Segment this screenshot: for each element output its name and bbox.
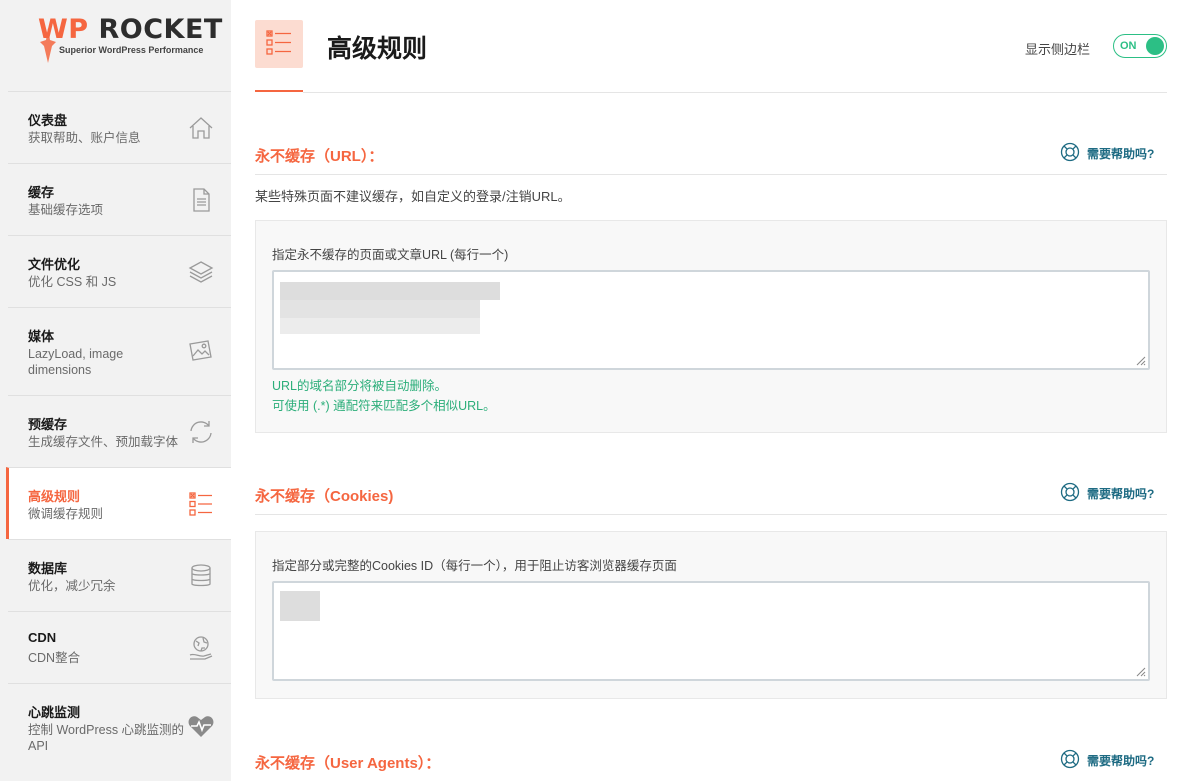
help-link-text: 需要帮助吗? xyxy=(1087,754,1155,768)
sidebar-item-cache[interactable]: 缓存 基础缓存选项 xyxy=(8,163,231,235)
toggle-knob xyxy=(1146,37,1164,55)
sidebar-item-title: 媒体 xyxy=(28,329,55,344)
sidebar-item-subtitle: 微调缓存规则 xyxy=(28,507,104,521)
lifebuoy-icon xyxy=(1060,749,1080,769)
sidebar-item-preload[interactable]: 预缓存 生成缓存文件、预加载字体 xyxy=(8,395,231,467)
never-cache-urls-label: 指定永不缓存的页面或文章URL (每行一个) xyxy=(272,248,509,262)
help-link-text: 需要帮助吗? xyxy=(1087,147,1155,161)
sidebar-item-subtitle: 生成缓存文件、预加载字体 xyxy=(28,435,179,449)
never-cache-user-agents-title: 永不缓存（User Agents）： xyxy=(255,755,441,772)
never-cache-urls-description: 某些特殊页面不建议缓存，如自定义的登录/注销URL。 xyxy=(255,189,571,204)
wp-rocket-logo[interactable]: WP ROCKET Superior WordPress Performance xyxy=(0,0,231,91)
home-icon xyxy=(189,117,213,139)
sidebar-item-subtitle: LazyLoad, image dimensions xyxy=(28,347,124,377)
section-divider xyxy=(255,514,1167,515)
refresh-icon xyxy=(190,421,212,443)
redacted-content xyxy=(280,318,480,334)
never-cache-cookies-title: 永不缓存（Cookies) xyxy=(255,488,394,505)
file-icon xyxy=(193,188,210,212)
checklist-icon xyxy=(266,30,291,55)
page-header-icon xyxy=(255,20,303,68)
sidebar-nav: 仪表盘 获取帮助、账户信息 缓存 基础缓存选项 文件优化 优化 CSS 和 JS… xyxy=(0,91,231,771)
sidebar-item-dashboard[interactable]: 仪表盘 获取帮助、账户信息 xyxy=(8,91,231,163)
sidebar-item-subtitle: CDN整合 xyxy=(28,651,81,665)
never-cache-urls-hint-1: URL的域名部分将被自动删除。 xyxy=(272,379,448,393)
help-link-text: 需要帮助吗? xyxy=(1087,487,1155,501)
sidebar-item-title: CDN xyxy=(28,630,57,645)
sidebar-item-title: 心跳监测 xyxy=(28,705,81,720)
logo-tagline: Superior WordPress Performance xyxy=(59,45,204,55)
help-link-urls[interactable]: 需要帮助吗? xyxy=(1060,142,1154,162)
sidebar-item-advanced-rules[interactable]: 高级规则 微调缓存规则 xyxy=(6,467,231,539)
show-sidebar-toggle[interactable]: ON xyxy=(1113,34,1167,58)
heartbeat-icon xyxy=(188,716,214,737)
sidebar-item-title: 预缓存 xyxy=(28,417,68,432)
images-icon xyxy=(189,340,212,361)
sidebar: WP ROCKET Superior WordPress Performance… xyxy=(0,0,231,781)
sidebar-item-subtitle: 优化，减少冗余 xyxy=(28,579,116,593)
layers-icon xyxy=(188,261,214,283)
sidebar-item-subtitle: 优化 CSS 和 JS xyxy=(28,275,117,289)
redacted-content xyxy=(280,591,320,621)
page-title: 高级规则 xyxy=(327,35,428,63)
show-sidebar-label: 显示侧边栏 xyxy=(1025,42,1091,57)
never-cache-urls-field-box: 指定永不缓存的页面或文章URL (每行一个) URL的域名部分将被自动删除。 可… xyxy=(255,220,1167,433)
never-cache-urls-title: 永不缓存（URL）： xyxy=(255,148,384,165)
sidebar-item-title: 文件优化 xyxy=(28,257,81,272)
sidebar-item-title: 高级规则 xyxy=(28,489,81,504)
help-link-cookies[interactable]: 需要帮助吗? xyxy=(1060,482,1154,502)
resize-grip-icon[interactable] xyxy=(1134,665,1146,677)
section-divider xyxy=(255,174,1167,175)
resize-grip-icon[interactable] xyxy=(1134,354,1146,366)
help-link-user-agents[interactable]: 需要帮助吗? xyxy=(1060,749,1154,769)
redacted-content xyxy=(280,282,500,300)
sidebar-item-file-optimization[interactable]: 文件优化 优化 CSS 和 JS xyxy=(8,235,231,307)
sidebar-item-title: 仪表盘 xyxy=(28,113,68,128)
never-cache-cookies-label: 指定部分或完整的Cookies ID（每行一个），用于阻止访客浏览器缓存页面 xyxy=(272,559,677,573)
checklist-icon xyxy=(189,492,212,516)
header-divider xyxy=(303,92,1167,93)
sidebar-item-database[interactable]: 数据库 优化，减少冗余 xyxy=(8,539,231,611)
sidebar-item-subtitle: 基础缓存选项 xyxy=(28,203,104,217)
logo-wordmark: WP ROCKET xyxy=(38,14,223,45)
never-cache-urls-hint-2: 可使用 (.*) 通配符来匹配多个相似URL。 xyxy=(272,399,496,413)
toggle-state-text: ON xyxy=(1120,40,1137,52)
sidebar-item-cdn[interactable]: CDN CDN整合 xyxy=(8,611,231,683)
lifebuoy-icon xyxy=(1060,142,1080,162)
header-active-underline xyxy=(255,90,303,92)
sidebar-item-title: 数据库 xyxy=(28,561,68,576)
redacted-content xyxy=(280,300,480,318)
lifebuoy-icon xyxy=(1060,482,1080,502)
sidebar-item-subtitle: 控制 WordPress 心跳监测的 API xyxy=(28,723,185,753)
sidebar-item-title: 缓存 xyxy=(28,185,55,200)
globe-hand-icon xyxy=(189,636,213,660)
never-cache-cookies-textarea[interactable] xyxy=(272,581,1150,681)
never-cache-urls-textarea[interactable] xyxy=(272,270,1150,370)
never-cache-cookies-field-box: 指定部分或完整的Cookies ID（每行一个），用于阻止访客浏览器缓存页面 xyxy=(255,531,1167,699)
sidebar-item-heartbeat[interactable]: 心跳监测 控制 WordPress 心跳监测的 API xyxy=(8,683,231,771)
sidebar-item-media[interactable]: 媒体 LazyLoad, image dimensions xyxy=(8,307,231,395)
sidebar-item-subtitle: 获取帮助、账户信息 xyxy=(28,131,141,145)
database-icon xyxy=(191,564,211,587)
